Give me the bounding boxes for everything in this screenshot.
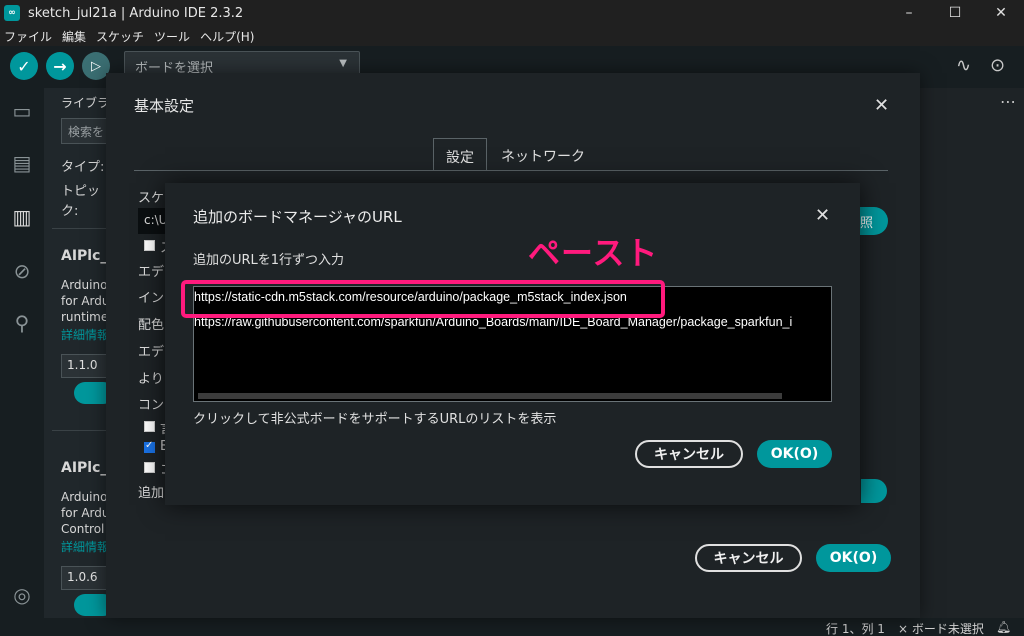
check-icon: ✓	[17, 56, 31, 76]
verify-button[interactable]: ✓	[10, 52, 38, 80]
divider	[52, 228, 106, 229]
library-item-name: AIPlc_I	[61, 460, 106, 476]
type-label: タイプ:	[61, 160, 105, 175]
url-ok-button[interactable]: OK(O)	[757, 440, 832, 468]
version-select[interactable]: 1.1.0	[61, 354, 106, 378]
checkbox[interactable]	[144, 421, 155, 432]
activity-rail: ▭ ▤ ▥ ⊘ ⚲ ◎	[0, 88, 44, 636]
more-options-icon[interactable]: ⋯	[1000, 92, 1016, 111]
close-icon[interactable]: ✕	[815, 205, 830, 226]
setting-label: コン	[138, 398, 165, 413]
folder-icon[interactable]: ▭	[9, 98, 35, 124]
more-info-link[interactable]: 詳細情報	[61, 538, 106, 555]
close-window-button[interactable]: ✕	[978, 0, 1024, 26]
setting-label: 配色	[138, 318, 165, 333]
menu-tools[interactable]: ツール	[150, 28, 196, 45]
setting-label: スケ	[138, 191, 165, 206]
divider	[52, 430, 106, 431]
close-icon[interactable]: ✕	[874, 95, 889, 116]
topic-label-cont: ク:	[61, 204, 79, 219]
library-panel-header: ライブラ	[61, 96, 106, 110]
setting-label: イン	[138, 291, 165, 306]
install-button[interactable]	[74, 594, 106, 616]
tab-settings[interactable]: 設定	[433, 138, 487, 171]
search-icon[interactable]: ⚲	[9, 310, 35, 336]
board-manager-url-dialog: 追加のボードマネージャのURL ✕ 追加のURLを1行ずつ入力 https://…	[165, 183, 860, 505]
serial-plotter-icon[interactable]: ∿	[956, 55, 971, 76]
topic-label: トピッ	[61, 184, 101, 199]
maximize-button[interactable]: ☐	[932, 0, 978, 26]
library-item-desc: for Ardu	[61, 294, 106, 308]
browse-button[interactable]: 照	[858, 207, 888, 235]
arduino-icon: ∞	[4, 5, 20, 21]
window-title: sketch_jul21a | Arduino IDE 2.3.2	[28, 5, 244, 21]
tab-network[interactable]: ネットワーク	[489, 138, 597, 171]
library-panel: ライブラ 検索を タイプ: トピッ ク: AIPlc_ Arduino for …	[44, 88, 106, 636]
url-list-link[interactable]: クリックして非公式ボードをサポートするURLのリストを表示	[193, 408, 556, 427]
url-dialog-title: 追加のボードマネージャのURL	[193, 208, 402, 226]
checkbox[interactable]	[144, 462, 155, 473]
install-button[interactable]	[74, 382, 106, 404]
open-url-list-button[interactable]	[861, 479, 887, 503]
url-dialog-label: 追加のURLを1行ずつ入力	[193, 253, 345, 268]
menu-sketch[interactable]: スケッチ	[92, 28, 150, 45]
debug-icon: ▷	[91, 58, 101, 74]
serial-monitor-icon[interactable]: ⊙	[990, 55, 1005, 76]
window-controls: – ☐ ✕	[886, 0, 1024, 26]
library-item-name: AIPlc_	[61, 248, 106, 264]
paste-annotation: ペースト	[528, 234, 659, 272]
settings-dialog-title: 基本設定	[134, 97, 195, 115]
checkbox-checked[interactable]	[144, 440, 155, 453]
board-status[interactable]: × ボード未選択	[898, 620, 984, 636]
title-bar: ∞ sketch_jul21a | Arduino IDE 2.3.2 – ☐ …	[0, 0, 1024, 26]
library-item-desc: Arduino	[61, 490, 106, 504]
setting-label: 追加	[138, 486, 165, 501]
arrow-right-icon: →	[53, 56, 67, 76]
library-item-desc: Arduino	[61, 278, 106, 292]
setting-label: エデ	[138, 345, 165, 360]
chevron-down-icon: ▼	[339, 58, 347, 69]
minimize-button[interactable]: –	[886, 0, 932, 26]
debug-panel-icon[interactable]: ⊘	[9, 258, 35, 284]
library-item-desc: Control	[61, 522, 105, 536]
settings-ok-button[interactable]: OK(O)	[816, 544, 891, 572]
menu-edit[interactable]: 編集	[58, 28, 92, 45]
setting-label: より	[138, 372, 164, 387]
library-item-desc: for Ardu	[61, 506, 106, 520]
version-select[interactable]: 1.0.6	[61, 566, 106, 590]
bell-icon[interactable]: 🔔︎	[996, 620, 1011, 634]
settings-cancel-button[interactable]: キャンセル	[695, 544, 802, 572]
library-item-desc: runtime	[61, 310, 106, 324]
horizontal-scrollbar[interactable]	[198, 393, 782, 399]
menu-bar: ファイル 編集 スケッチ ツール ヘルプ(H)	[0, 26, 1024, 46]
more-info-link[interactable]: 詳細情報	[61, 326, 106, 343]
paste-highlight-box	[181, 280, 665, 318]
account-icon[interactable]: ◎	[9, 582, 35, 608]
library-search-input[interactable]: 検索を	[61, 118, 106, 144]
status-bar: 行 1、列 1 × ボード未選択 🔔︎	[0, 618, 1024, 636]
checkbox[interactable]	[144, 240, 155, 251]
cursor-position: 行 1、列 1	[826, 622, 885, 636]
menu-file[interactable]: ファイル	[0, 28, 58, 45]
library-manager-icon[interactable]: ▥	[9, 204, 35, 230]
tab-divider	[134, 170, 888, 171]
upload-button[interactable]: →	[46, 52, 74, 80]
setting-label: エデ	[138, 265, 165, 280]
menu-help[interactable]: ヘルプ(H)	[196, 28, 260, 45]
url-cancel-button[interactable]: キャンセル	[635, 440, 743, 468]
boards-manager-icon[interactable]: ▤	[9, 150, 35, 176]
